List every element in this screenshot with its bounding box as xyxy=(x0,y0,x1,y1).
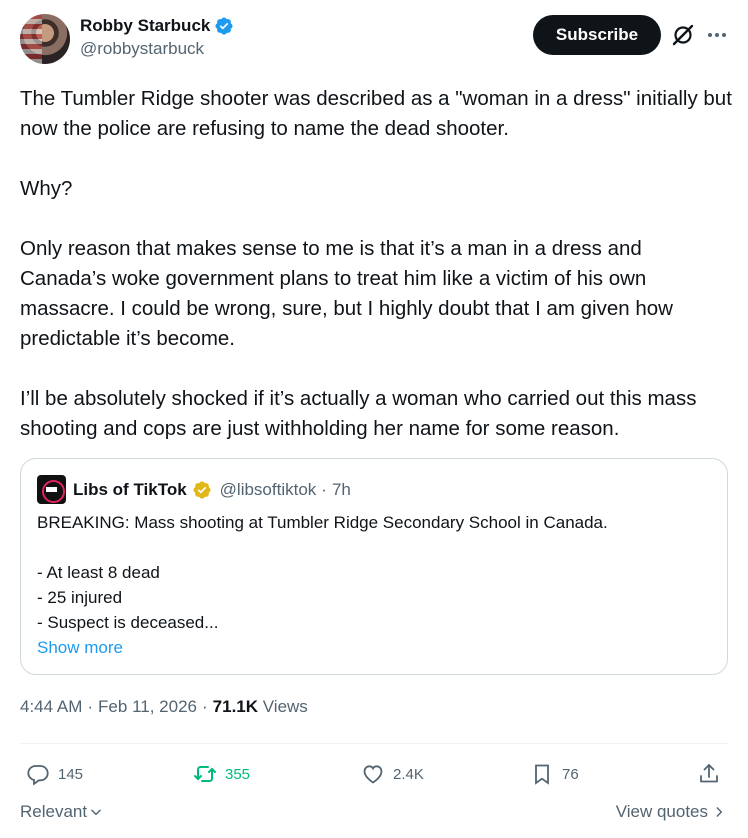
view-quotes-link[interactable]: View quotes xyxy=(616,802,726,822)
quoted-author-avatar[interactable] xyxy=(37,475,66,504)
tweet-paragraph: I’ll be absolutely shocked if it’s actua… xyxy=(20,387,697,440)
more-dots-icon[interactable] xyxy=(706,23,728,47)
verified-badge-icon xyxy=(215,17,233,35)
gold-verified-badge-icon xyxy=(193,480,211,499)
heart-icon xyxy=(363,765,383,784)
chevron-right-icon xyxy=(716,807,723,817)
repost-icon xyxy=(194,766,216,782)
share-button[interactable] xyxy=(697,760,721,788)
quoted-tweet-age[interactable]: 7h xyxy=(332,480,351,500)
bookmark-icon xyxy=(535,764,549,785)
subscribe-button[interactable]: Subscribe xyxy=(533,15,661,55)
repost-button[interactable]: 355 xyxy=(193,760,250,788)
author-handle[interactable]: @robbystarbuck xyxy=(80,39,234,59)
repost-count: 355 xyxy=(225,765,251,783)
reply-count: 145 xyxy=(58,765,84,783)
tweet-paragraph: Only reason that makes sense to me is th… xyxy=(20,237,673,350)
divider xyxy=(20,743,728,744)
views-count: 71.1K xyxy=(212,697,259,716)
tweet-date[interactable]: Feb 11, 2026 xyxy=(98,697,197,717)
bookmark-button[interactable]: 76 xyxy=(530,760,579,788)
sort-label: Relevant xyxy=(20,802,88,821)
replies-toolbar: Relevant View quotes xyxy=(20,802,728,826)
quoted-tweet[interactable]: Libs of TikTok @libsoftiktok · 7h BREAKI… xyxy=(20,458,728,675)
reply-button[interactable]: 145 xyxy=(26,760,83,788)
grok-icon[interactable] xyxy=(671,23,695,47)
chevron-down-icon xyxy=(91,809,101,816)
display-name-row: Robby Starbuck xyxy=(80,16,234,36)
author-names: Robby Starbuck @robbystarbuck xyxy=(80,16,234,59)
quoted-tweet-header: Libs of TikTok @libsoftiktok · 7h xyxy=(37,475,351,504)
tweet-meta: 4:44 AM · Feb 11, 2026 · 71.1K Views xyxy=(20,697,308,717)
like-button[interactable]: 2.4K xyxy=(361,760,424,788)
reply-icon xyxy=(27,765,49,786)
view-quotes-label: View quotes xyxy=(615,802,708,821)
tweet-text: The Tumbler Ridge shooter was described … xyxy=(20,84,732,444)
quoted-line: BREAKING: Mass shooting at Tumbler Ridge… xyxy=(37,513,608,532)
sort-replies-dropdown[interactable]: Relevant xyxy=(20,802,103,822)
author-display-name[interactable]: Robby Starbuck xyxy=(80,16,210,36)
share-icon xyxy=(700,764,718,783)
author-avatar[interactable] xyxy=(20,14,70,64)
show-more-link[interactable]: Show more xyxy=(37,635,713,660)
quoted-tweet-body: BREAKING: Mass shooting at Tumbler Ridge… xyxy=(37,510,713,660)
meta-separator: · xyxy=(201,697,208,716)
quoted-author-name[interactable]: Libs of TikTok xyxy=(73,480,187,500)
views-label: Views xyxy=(262,697,308,716)
quoted-line: - Suspect is deceased... xyxy=(37,613,219,632)
tweet-paragraph: Why? xyxy=(20,177,73,200)
quoted-line: - 25 injured xyxy=(37,588,123,607)
like-count: 2.4K xyxy=(393,765,424,783)
tweet-time[interactable]: 4:44 AM xyxy=(20,697,82,717)
tweet-header: Robby Starbuck @robbystarbuck Subscribe xyxy=(20,14,728,66)
quoted-meta-separator: · xyxy=(321,479,327,499)
tweet-paragraph: The Tumbler Ridge shooter was described … xyxy=(20,87,732,140)
meta-separator: · xyxy=(87,697,94,716)
bookmark-count: 76 xyxy=(562,765,579,783)
quoted-line: - At least 8 dead xyxy=(37,563,160,582)
quoted-author-handle[interactable]: @libsoftiktok xyxy=(220,480,317,500)
